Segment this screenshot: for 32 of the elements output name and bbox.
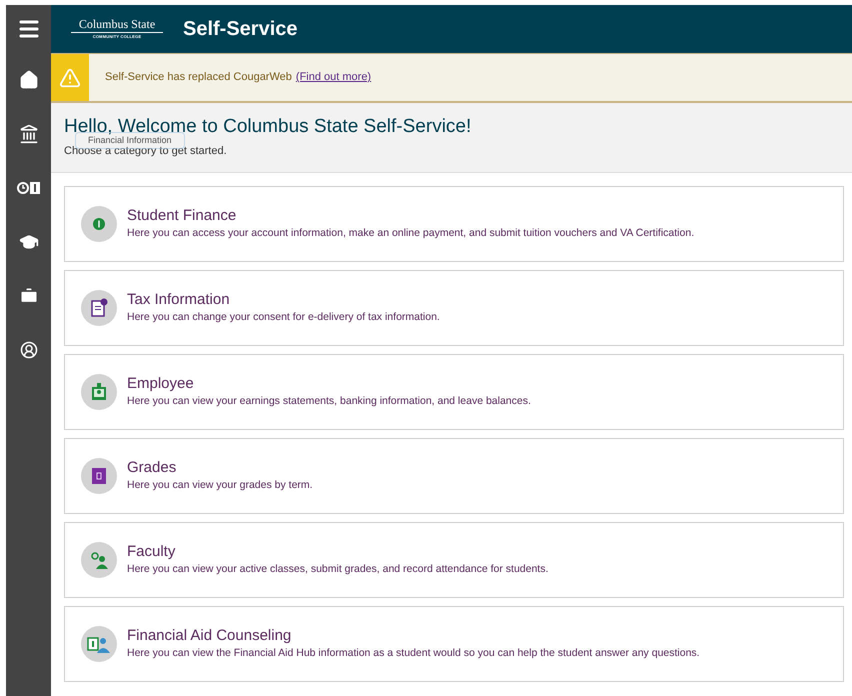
warning-icon <box>59 66 81 88</box>
app-title: Self-Service <box>183 17 298 42</box>
category-description: Here you can view the Financial Aid Hub information as a student would so you can help the student answer any questions. <box>127 646 700 660</box>
category-description: Here you can access your account information, make an online payment, and submit tuition vouchers and VA Certification. <box>127 226 694 240</box>
find-out-more-link[interactable]: (Find out more) <box>296 69 372 86</box>
category-title: Financial Aid Counseling <box>127 626 292 646</box>
category-card[interactable]: Employee Here you can view your earnings statements, banking information, and leave balances. <box>64 354 844 430</box>
category-title: Faculty <box>127 542 176 562</box>
user-icon[interactable] <box>20 341 38 359</box>
category-card[interactable]: Grades Here you can view your grades by term. <box>64 438 844 514</box>
logo-name: Columbus State <box>78 18 156 30</box>
people-icon <box>89 551 109 569</box>
bank-icon[interactable] <box>18 124 38 144</box>
category-description: Here you can change your consent for e-delivery of tax information. <box>127 310 440 324</box>
home-icon[interactable] <box>18 70 38 90</box>
briefcase-icon[interactable] <box>18 286 38 306</box>
category-description: Here you can view your active classes, submit grades, and record attendance for students. <box>127 562 548 576</box>
id-badge-icon <box>91 383 107 401</box>
category-title: Grades <box>127 458 178 478</box>
category-card[interactable]: Faculty Here you can view your active classes, submit grades, and record attendance for students. <box>64 522 844 598</box>
category-card[interactable]: Tax Information Here you can change your consent for e-delivery of tax information. <box>64 270 844 346</box>
document-icon <box>90 298 108 318</box>
category-card[interactable]: Financial Aid Counseling Here you can view the Financial Aid Hub information as a student would so you can help the student answer any questions. <box>64 606 844 682</box>
category-description: Here you can view your grades by term. <box>127 478 313 492</box>
category-description: Here you can view your earnings statements, banking information, and leave balances. <box>127 394 531 408</box>
grade-card-icon <box>92 468 106 484</box>
category-card[interactable]: Student Finance Here you can access your account information, make an online payment, and submit tuition vouchers and VA Certification. <box>64 186 844 262</box>
category-title: Student Finance <box>127 206 238 226</box>
counselor-icon <box>87 635 111 653</box>
banner-message: Self-Service has replaced CougarWeb <box>105 70 292 86</box>
category-title: Employee <box>127 374 195 394</box>
category-title: Tax Information <box>127 290 231 310</box>
